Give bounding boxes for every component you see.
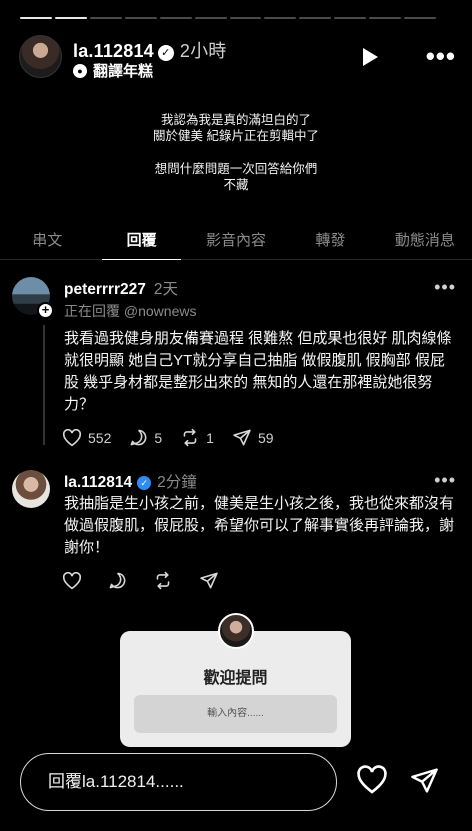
comment-icon — [109, 572, 126, 589]
progress-segment — [334, 17, 367, 19]
story-time: 2小時 — [179, 41, 227, 61]
comment-username[interactable]: peterrrr227 — [64, 281, 146, 298]
reply-input[interactable]: 回覆la.112814...... — [20, 753, 337, 811]
repost-count: 1 — [206, 429, 214, 446]
repost-icon — [183, 428, 197, 447]
story-line: 我認為我是真的滿坦白的了 — [160, 113, 311, 127]
avatar — [218, 613, 254, 649]
send-icon[interactable] — [409, 766, 440, 795]
comment-body: 我看過我健身朋友備賽過程 很難熬 但成果也很好 肌肉線條就很明顯 她自己YT就分… — [64, 330, 452, 413]
more-icon[interactable]: ••• — [434, 277, 456, 298]
comment-time: 2天 — [153, 281, 178, 298]
share-button[interactable]: 59 — [232, 428, 274, 447]
progress-segment — [20, 17, 52, 19]
story-line: 關於健美 紀錄片正在剪輯中了 — [153, 129, 319, 143]
tab-replies[interactable]: 回覆 — [94, 224, 188, 260]
verified-icon: ✓ — [137, 476, 152, 490]
progress-segment — [404, 17, 437, 19]
story-header: la.112814 ✓ 2小時 ● 翻譯年糕 ••• — [19, 35, 456, 83]
profile-tabs: 串文 回覆 影音內容 轉發 動態消息 — [0, 224, 472, 260]
comment-username[interactable]: la.112814 — [64, 474, 132, 491]
translate-icon: ● — [73, 63, 87, 78]
share-button[interactable] — [199, 571, 219, 590]
more-options-icon[interactable]: ••• — [426, 43, 456, 69]
avatar[interactable] — [19, 35, 62, 78]
avatar[interactable] — [12, 470, 50, 508]
repost-button[interactable] — [153, 571, 173, 590]
heart-icon[interactable] — [356, 765, 388, 795]
story-line: 不藏 — [223, 178, 249, 192]
send-icon — [233, 429, 251, 446]
comment-item: la.112814 ✓ 2分鐘 ••• 我抽脂是生小孩之前，健美是生小孩之後，我也從… — [12, 470, 456, 600]
heart-icon — [62, 571, 82, 589]
progress-segment — [194, 17, 227, 19]
heart-icon — [62, 428, 82, 446]
progress-segment — [229, 17, 262, 19]
progress-segment — [159, 17, 192, 19]
progress-segment — [264, 17, 297, 19]
comment-time: 2分鐘 — [157, 474, 197, 491]
story-line: 想問什麼問題一次回答給你們 — [154, 162, 318, 176]
repost-button[interactable]: 1 — [180, 428, 214, 447]
translate-label[interactable]: 翻譯年糕 — [93, 60, 153, 81]
reply-button[interactable]: 5 — [129, 428, 162, 447]
send-icon — [200, 572, 218, 589]
like-button[interactable] — [62, 571, 82, 590]
play-icon[interactable] — [363, 48, 378, 66]
progress-segment — [299, 17, 332, 19]
comment-item: + peterrrr227 2天 ••• 正在回覆 @nownews 我看過我健身… — [12, 277, 456, 457]
follow-plus-icon[interactable]: + — [37, 302, 54, 319]
comment-actions: 552 5 1 59 — [62, 428, 274, 447]
repost-icon — [156, 571, 170, 590]
progress-segment — [124, 17, 157, 19]
share-count: 59 — [257, 429, 274, 446]
verified-icon: ✓ — [157, 45, 174, 61]
comment-actions — [62, 571, 219, 590]
tab-reposts[interactable]: 轉發 — [283, 224, 377, 259]
story-text: 我認為我是真的滿坦白的了 關於健美 紀錄片正在剪輯中了 想問什麼問題一次回答給你… — [0, 112, 472, 193]
tab-media[interactable]: 影音內容 — [189, 224, 283, 259]
like-count: 552 — [88, 429, 112, 446]
tab-feed[interactable]: 動態消息 — [378, 224, 472, 259]
comment-header: peterrrr227 2天 — [64, 277, 178, 299]
like-button[interactable]: 552 — [62, 428, 112, 447]
comment-icon — [130, 429, 147, 446]
reply-context[interactable]: 正在回覆 @nownews — [64, 301, 196, 321]
question-title: 歡迎提問 — [203, 670, 268, 687]
progress-segment — [89, 17, 122, 19]
translate-row[interactable]: ● 翻譯年糕 — [73, 60, 153, 81]
story-progress — [20, 17, 437, 19]
question-sticker[interactable]: 歡迎提問 輸入內容...... — [120, 613, 351, 747]
comment-header: la.112814 ✓ 2分鐘 — [64, 470, 197, 492]
tab-threads[interactable]: 串文 — [0, 224, 94, 259]
story-username[interactable]: la.112814 — [73, 41, 154, 61]
reply-count: 5 — [154, 429, 163, 446]
question-input[interactable]: 輸入內容...... — [134, 695, 337, 733]
progress-segment — [369, 17, 402, 19]
progress-segment — [54, 17, 87, 19]
reply-button[interactable] — [108, 571, 127, 590]
comment-body: 我抽脂是生小孩之前，健美是生小孩之後，我也從來都沒有做過假腹肌，假屁股，希望你可… — [64, 495, 455, 556]
more-icon[interactable]: ••• — [434, 470, 456, 491]
